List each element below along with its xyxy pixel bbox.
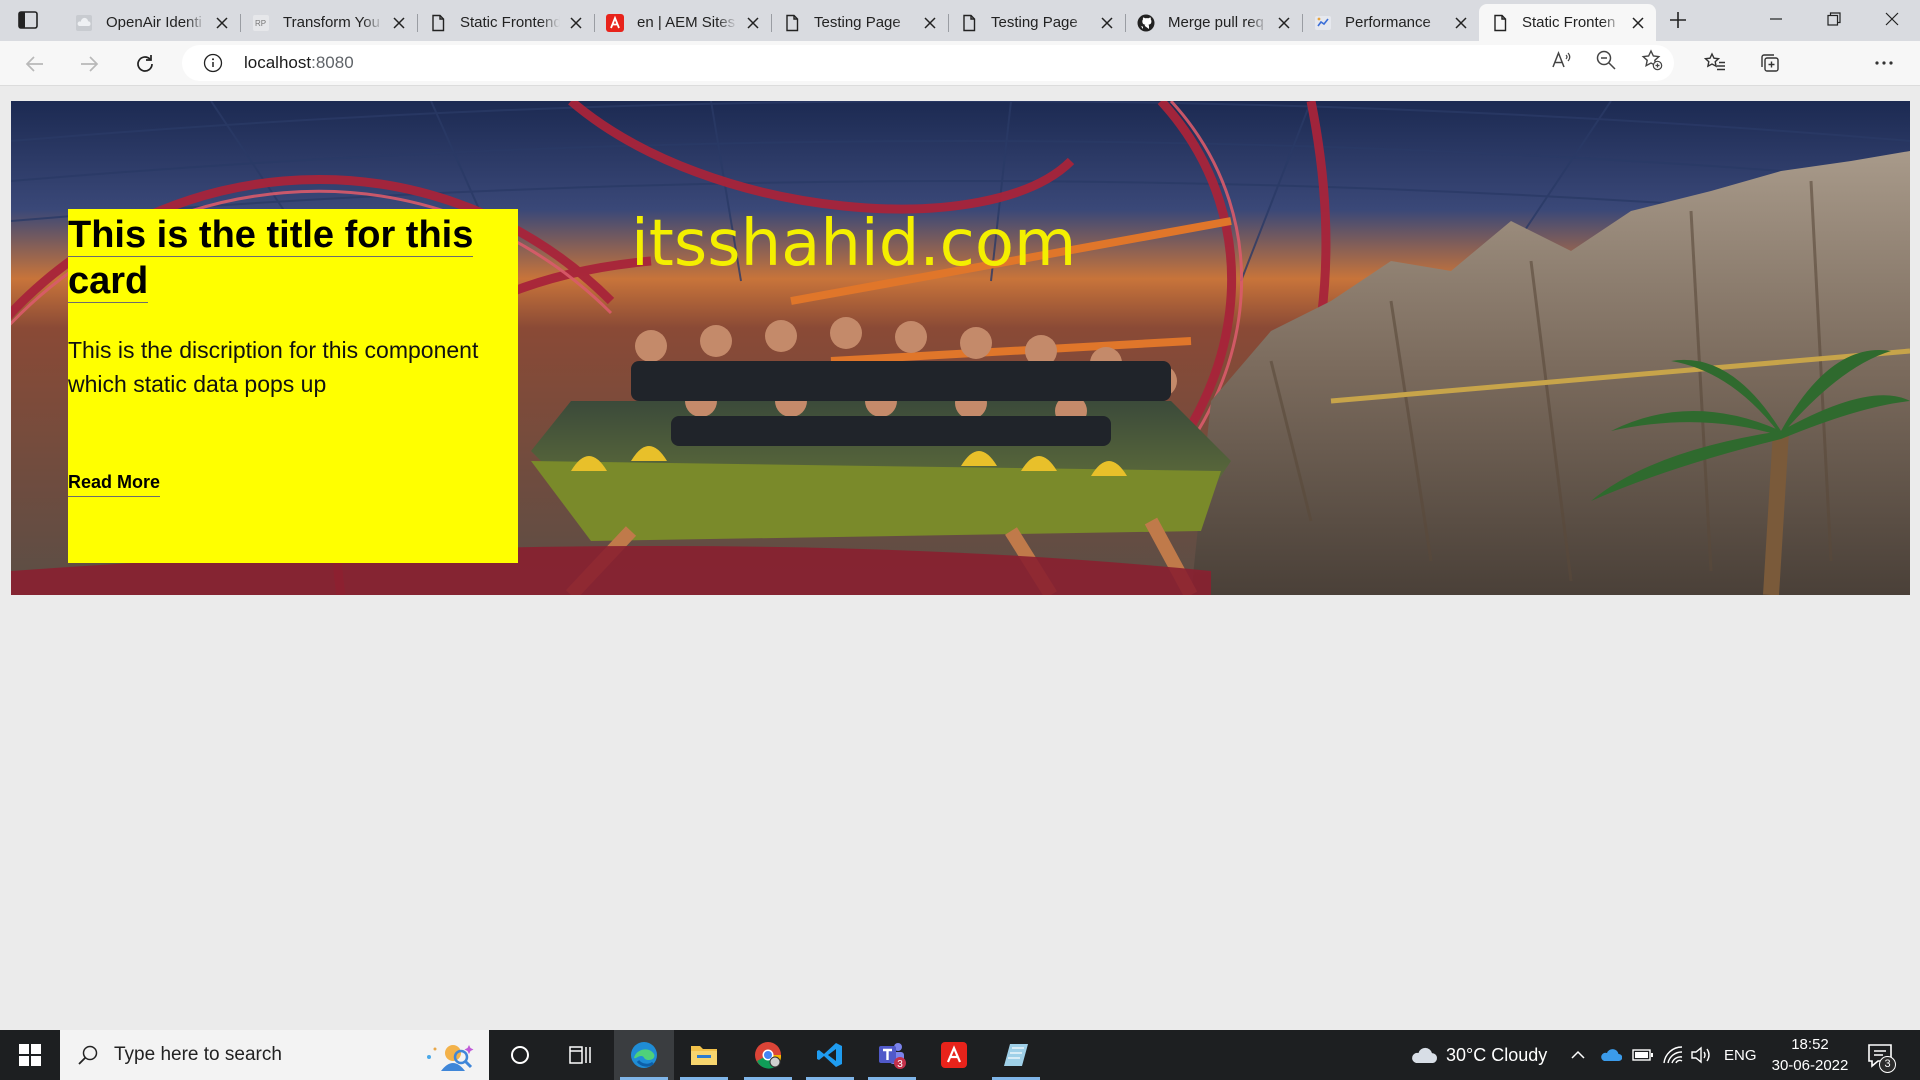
browser-toolbar: localhost:8080 bbox=[0, 41, 1920, 120]
close-window-button[interactable] bbox=[1864, 0, 1920, 38]
page-favicon-icon bbox=[1491, 14, 1509, 32]
url-port: :8080 bbox=[311, 53, 354, 72]
cloud-favicon-icon bbox=[75, 14, 93, 32]
close-tab-icon[interactable] bbox=[745, 15, 761, 31]
close-tab-icon[interactable] bbox=[391, 15, 407, 31]
onedrive-icon[interactable] bbox=[1600, 1030, 1622, 1080]
card-title-text: This is the title for this card bbox=[68, 214, 474, 303]
show-hidden-icons-icon[interactable] bbox=[1570, 1030, 1586, 1080]
clock-date: 30-06-2022 bbox=[1771, 1057, 1849, 1074]
tab-transform[interactable]: RP Transform You bbox=[240, 4, 417, 41]
tab-performance[interactable]: Performance bbox=[1302, 4, 1479, 41]
page-favicon-icon bbox=[783, 14, 801, 32]
close-tab-icon[interactable] bbox=[1453, 15, 1469, 31]
url-text[interactable]: localhost:8080 bbox=[244, 53, 354, 73]
github-favicon-icon bbox=[1137, 14, 1155, 32]
close-tab-icon[interactable] bbox=[1099, 15, 1115, 31]
wifi-icon[interactable] bbox=[1662, 1030, 1684, 1080]
back-button[interactable] bbox=[20, 49, 50, 79]
taskbar-clock[interactable]: 18:52 30-06-2022 bbox=[1768, 1034, 1852, 1076]
tab-strip: OpenAir Identi RP Transform You Static F… bbox=[63, 4, 1656, 41]
tab-title: Performance bbox=[1345, 14, 1431, 31]
search-placeholder: Type here to search bbox=[114, 1044, 282, 1065]
teams-icon[interactable]: 3 bbox=[862, 1030, 922, 1080]
page-favicon-icon bbox=[960, 14, 978, 32]
weather-widget[interactable]: 30°C Cloudy bbox=[1410, 1030, 1547, 1080]
windows-logo-icon bbox=[19, 1044, 41, 1066]
favorites-icon[interactable] bbox=[1703, 51, 1727, 75]
adobe-acrobat-icon[interactable] bbox=[924, 1030, 984, 1080]
forward-button[interactable] bbox=[74, 49, 104, 79]
search-highlight-icon bbox=[427, 1045, 474, 1071]
notes-app-icon[interactable] bbox=[986, 1030, 1046, 1080]
notification-count-badge: 3 bbox=[1879, 1056, 1896, 1073]
file-explorer-icon[interactable] bbox=[674, 1030, 734, 1080]
url-host: localhost bbox=[244, 53, 312, 72]
close-tab-icon[interactable] bbox=[922, 15, 938, 31]
address-bar[interactable]: localhost:8080 bbox=[182, 45, 1674, 81]
language-indicator[interactable]: ENG bbox=[1724, 1030, 1757, 1080]
weather-text: 30°C Cloudy bbox=[1446, 1044, 1548, 1065]
add-favorite-icon[interactable] bbox=[1640, 48, 1664, 72]
tab-static-frontend-active[interactable]: Static Fronten bbox=[1479, 4, 1656, 41]
tab-aem-sites[interactable]: en | AEM Sites bbox=[594, 4, 771, 41]
tab-testing-page-1[interactable]: Testing Page bbox=[771, 4, 948, 41]
taskbar-search-box[interactable]: Type here to search bbox=[60, 1030, 489, 1080]
minimize-button[interactable] bbox=[1748, 0, 1804, 38]
teams-badge: 3 bbox=[897, 1059, 903, 1070]
restore-button[interactable] bbox=[1806, 0, 1862, 38]
tab-title: Static Fronten bbox=[1522, 14, 1616, 31]
tab-openair[interactable]: OpenAir Identi bbox=[63, 4, 240, 41]
card-description: This is the discription for this compone… bbox=[68, 337, 479, 397]
close-tab-icon[interactable] bbox=[568, 15, 584, 31]
site-info-icon[interactable] bbox=[202, 52, 224, 74]
tab-title: Transform You bbox=[283, 14, 380, 31]
close-tab-icon[interactable] bbox=[1630, 15, 1646, 31]
tab-title: Testing Page bbox=[991, 14, 1078, 31]
volume-icon[interactable] bbox=[1690, 1030, 1714, 1080]
read-aloud-icon[interactable] bbox=[1549, 48, 1573, 72]
tab-static-frontend-1[interactable]: Static Frontend bbox=[417, 4, 594, 41]
start-button[interactable] bbox=[0, 1030, 60, 1080]
rp-favicon-icon: RP bbox=[252, 14, 270, 32]
tab-actions-icon[interactable] bbox=[16, 8, 40, 32]
clock-time: 18:52 bbox=[1791, 1036, 1829, 1053]
read-more-link[interactable]: Read More bbox=[68, 472, 161, 497]
close-tab-icon[interactable] bbox=[214, 15, 230, 31]
refresh-button[interactable] bbox=[130, 49, 160, 79]
task-view-icon[interactable] bbox=[550, 1030, 610, 1080]
edge-browser-icon[interactable] bbox=[614, 1030, 674, 1080]
performance-favicon-icon bbox=[1314, 14, 1332, 32]
collections-icon[interactable] bbox=[1758, 51, 1782, 75]
search-icon bbox=[76, 1043, 100, 1067]
zoom-out-icon[interactable] bbox=[1594, 48, 1618, 72]
more-options-icon[interactable] bbox=[1872, 51, 1896, 75]
tab-testing-page-2[interactable]: Testing Page bbox=[948, 4, 1125, 41]
close-tab-icon[interactable] bbox=[1276, 15, 1292, 31]
page-viewport: itsshahid.com This is the title for this… bbox=[0, 87, 1920, 1030]
adobe-favicon-icon bbox=[606, 13, 624, 32]
svg-text:RP: RP bbox=[255, 19, 266, 28]
new-tab-button[interactable] bbox=[1666, 8, 1690, 32]
vscode-icon[interactable] bbox=[800, 1030, 860, 1080]
content-card: This is the title for this card This is … bbox=[68, 209, 518, 563]
windows-taskbar: Type here to search 3 30°C Cloudy ENG 18… bbox=[0, 1030, 1920, 1080]
browser-tab-bar: OpenAir Identi RP Transform You Static F… bbox=[0, 0, 1920, 41]
tab-github-merge[interactable]: Merge pull req bbox=[1125, 4, 1302, 41]
tab-title: Static Frontend bbox=[460, 14, 560, 31]
tab-title: OpenAir Identi bbox=[106, 14, 202, 31]
cloud-icon bbox=[1412, 1047, 1438, 1063]
cortana-icon[interactable] bbox=[490, 1030, 550, 1080]
tab-title: Testing Page bbox=[814, 14, 901, 31]
chrome-icon[interactable] bbox=[738, 1030, 798, 1080]
battery-icon[interactable] bbox=[1632, 1030, 1654, 1080]
site-brand: itsshahid.com bbox=[631, 207, 1077, 281]
page-favicon-icon bbox=[429, 14, 447, 32]
tab-title: en | AEM Sites bbox=[637, 14, 736, 31]
tab-title: Merge pull req bbox=[1168, 14, 1264, 31]
card-title[interactable]: This is the title for this card bbox=[68, 212, 488, 304]
hero-banner: itsshahid.com This is the title for this… bbox=[11, 101, 1910, 595]
